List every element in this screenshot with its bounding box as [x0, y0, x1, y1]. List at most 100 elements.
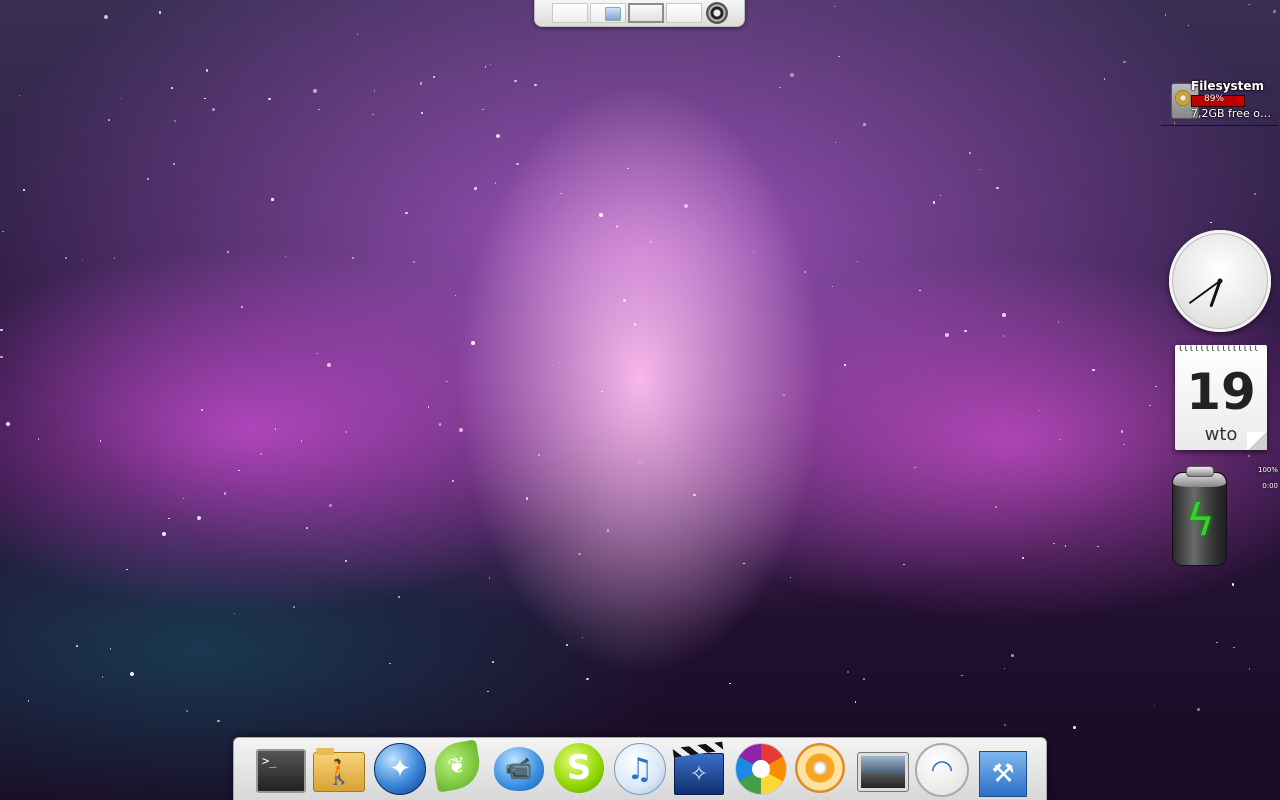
star — [838, 55, 840, 58]
dock-item-leaf-app[interactable]: ❦ — [430, 739, 488, 797]
star — [489, 63, 492, 66]
dock-item-home-folder[interactable]: 🚶 — [313, 743, 367, 797]
filesystem-widget[interactable]: Filesystem 89% 7,2GB free o… — [1161, 79, 1278, 126]
battery-readout: 100% 0:00 — [1253, 462, 1278, 494]
display-icon — [857, 752, 909, 792]
star — [978, 168, 981, 171]
dock-item-developer-tools[interactable]: ⚒ — [975, 743, 1029, 797]
dock-item-dvd-player[interactable] — [795, 743, 849, 797]
dock-item-web-browser[interactable]: ✦ — [374, 743, 428, 797]
dock-item-video-chat[interactable]: 📹 — [494, 743, 548, 797]
battery-percent: 100% — [1257, 466, 1278, 474]
star — [306, 527, 308, 529]
star — [81, 259, 84, 262]
star — [914, 466, 916, 469]
star — [1187, 24, 1190, 27]
star — [484, 66, 487, 68]
star — [458, 427, 463, 432]
star — [217, 719, 220, 722]
star — [271, 198, 274, 201]
star — [316, 352, 318, 355]
star — [834, 5, 836, 8]
star — [834, 141, 837, 144]
star — [223, 492, 227, 495]
eye-icon[interactable] — [706, 2, 728, 24]
star — [1273, 10, 1276, 13]
star — [558, 361, 561, 364]
dock-item-screen-preview[interactable] — [855, 743, 909, 797]
star — [185, 360, 188, 363]
dock-item-wifi-manager[interactable]: ◠ — [915, 743, 969, 797]
star — [803, 270, 807, 274]
star — [64, 256, 68, 260]
star — [405, 211, 408, 215]
workspace-4[interactable] — [666, 3, 702, 23]
star — [1248, 3, 1250, 6]
star — [578, 552, 581, 556]
hammer-icon: ⚒ — [979, 751, 1027, 797]
dock-item-terminal[interactable]: >_ — [253, 743, 307, 797]
star — [158, 11, 162, 14]
star — [126, 568, 128, 571]
star — [241, 306, 243, 308]
star — [171, 87, 173, 89]
star — [1097, 545, 1099, 548]
star — [104, 15, 109, 20]
star — [534, 83, 537, 87]
battery-body: ϟ — [1172, 472, 1227, 566]
star — [389, 662, 391, 665]
star — [27, 700, 30, 702]
star — [474, 187, 477, 190]
star — [233, 612, 236, 615]
calendar-widget[interactable]: ɩɩɩɩɩɩɩɩɩɩɩɩɩɩɩ 19 wto — [1175, 343, 1267, 450]
dock-item-skype[interactable]: S — [554, 743, 608, 797]
star — [1053, 542, 1055, 545]
charging-bolt-icon: ϟ — [1186, 495, 1216, 546]
dock: >_ 🚶 ✦ ❦ 📹 S ♫ ✧ ◠ ⚒ — [233, 737, 1047, 800]
folder-icon: 🚶 — [313, 748, 365, 792]
star — [961, 674, 963, 677]
star — [903, 563, 905, 566]
clock-widget[interactable] — [1169, 230, 1271, 332]
star — [945, 333, 950, 338]
star — [162, 531, 167, 536]
workspace-3[interactable] — [628, 3, 664, 23]
workspace-2[interactable] — [590, 3, 626, 23]
star — [729, 682, 731, 685]
star — [1120, 430, 1124, 433]
dock-item-movie-editor[interactable]: ✧ — [674, 743, 728, 797]
star — [1123, 60, 1126, 63]
dock-item-photo-viewer[interactable] — [735, 743, 789, 797]
star — [182, 497, 185, 500]
star — [863, 678, 865, 680]
picasa-icon — [735, 743, 787, 795]
star — [345, 431, 347, 433]
filesystem-usage-bar: 89% — [1191, 94, 1245, 107]
star — [606, 529, 610, 532]
star — [1210, 221, 1212, 224]
star — [23, 189, 25, 191]
star — [356, 33, 359, 36]
star — [831, 285, 834, 288]
star — [398, 596, 400, 598]
star — [1233, 646, 1235, 649]
star — [344, 559, 348, 563]
star — [538, 454, 540, 456]
star — [37, 438, 40, 440]
star — [113, 257, 116, 259]
star — [274, 428, 277, 430]
star — [939, 194, 942, 197]
star — [627, 167, 629, 170]
star — [1011, 654, 1014, 657]
dock-item-music-player[interactable]: ♫ — [614, 743, 668, 797]
star — [615, 225, 619, 228]
star — [586, 677, 589, 681]
star — [1247, 454, 1250, 458]
star — [238, 469, 240, 472]
star — [919, 289, 921, 291]
star — [779, 86, 781, 89]
star — [327, 362, 332, 367]
star — [427, 406, 430, 408]
workspace-1[interactable] — [552, 3, 588, 23]
battery-widget[interactable]: ϟ — [1172, 466, 1227, 566]
